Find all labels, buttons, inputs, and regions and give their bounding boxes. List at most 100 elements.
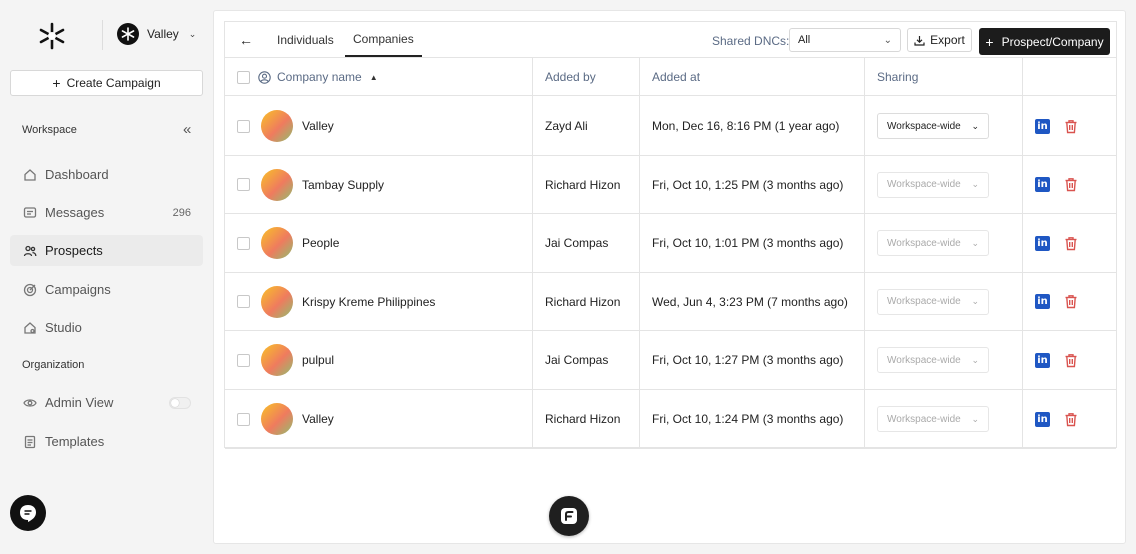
sidebar-item-dashboard[interactable]: Dashboard: [10, 159, 203, 190]
table-row[interactable]: Tambay Supply Richard Hizon Fri, Oct 10,…: [225, 156, 1116, 215]
add-prospect-label: Prospect/Company: [1001, 34, 1104, 49]
row-checkbox[interactable]: [237, 295, 250, 309]
app-logo-icon[interactable]: [38, 22, 66, 50]
sharing-select[interactable]: Workspace-wide ⌄: [877, 406, 989, 432]
row-checkbox[interactable]: [237, 353, 250, 367]
linkedin-icon[interactable]: in: [1035, 294, 1050, 310]
company-cell: pulpul: [261, 331, 334, 389]
sidebar-item-messages[interactable]: Messages 296: [10, 197, 203, 228]
linkedin-icon[interactable]: in: [1035, 177, 1050, 193]
added-by-cell: Richard Hizon: [545, 177, 621, 192]
prospects-table: ← Individuals Companies Shared DNCs: All…: [224, 21, 1117, 449]
sidebar-item-label: Templates: [45, 434, 105, 449]
sharing-cell: Workspace-wide ⌄: [877, 97, 989, 155]
sidebar-item-templates[interactable]: Templates: [10, 426, 203, 457]
table-row[interactable]: Krispy Kreme Philippines Richard Hizon W…: [225, 273, 1116, 332]
select-all-cell: [237, 58, 250, 96]
chat-icon: [20, 505, 36, 522]
admin-view-toggle[interactable]: [169, 396, 191, 409]
sidebar-item-campaigns[interactable]: Campaigns: [10, 274, 203, 305]
company-cell: Valley: [261, 97, 334, 155]
added-at-cell: Wed, Jun 4, 3:23 PM (7 months ago): [652, 294, 848, 309]
create-campaign-button[interactable]: + Create Campaign: [10, 70, 203, 96]
company-name[interactable]: Tambay Supply: [302, 178, 384, 192]
company-avatar: [261, 110, 293, 142]
chevron-down-icon: ⌄: [971, 179, 979, 190]
tab-companies[interactable]: Companies: [345, 22, 422, 57]
linkedin-icon[interactable]: in: [1035, 352, 1050, 368]
added-by-cell: Jai Compas: [545, 353, 609, 368]
company-avatar: [261, 285, 293, 318]
added-by-cell: Richard Hizon: [545, 412, 621, 426]
linkedin-icon[interactable]: in: [1035, 235, 1050, 251]
company-name[interactable]: People: [302, 236, 339, 250]
back-arrow-icon[interactable]: ←: [239, 32, 253, 48]
table-toolbar: ← Individuals Companies Shared DNCs: All…: [225, 22, 1116, 58]
added-at-cell: Mon, Dec 16, 8:16 PM (1 year ago): [652, 119, 840, 133]
select-all-checkbox[interactable]: [237, 70, 250, 84]
row-select-cell: [237, 390, 250, 448]
company-avatar: [261, 344, 293, 377]
row-select-cell: [237, 214, 250, 272]
trash-icon[interactable]: [1064, 412, 1078, 427]
shared-dncs-select[interactable]: All ⌄: [789, 28, 901, 52]
row-select-cell: [237, 273, 250, 331]
chevron-down-icon: ⌄: [971, 354, 979, 365]
sharing-select[interactable]: Workspace-wide ⌄: [877, 171, 989, 198]
added-by-header[interactable]: Added by: [545, 58, 596, 96]
table-row[interactable]: pulpul Jai Compas Fri, Oct 10, 1:27 PM (…: [225, 331, 1116, 390]
row-checkbox[interactable]: [237, 412, 250, 426]
sidebar-item-label: Campaigns: [45, 282, 111, 297]
support-chat-button[interactable]: [10, 495, 46, 531]
row-checkbox[interactable]: [237, 119, 250, 133]
collapse-sidebar-icon[interactable]: «: [183, 121, 191, 138]
sharing-cell: Workspace-wide ⌄: [877, 331, 989, 389]
table-header: Company name ▲ Added by Added at Sharing: [225, 58, 1116, 96]
workspace-section-label: Workspace: [22, 124, 77, 136]
company-avatar: [261, 168, 293, 201]
trash-icon[interactable]: [1064, 236, 1078, 251]
organization-section-label: Organization: [22, 359, 85, 371]
company-name[interactable]: Valley: [302, 412, 334, 426]
tab-individuals[interactable]: Individuals: [269, 22, 342, 58]
sharing-select[interactable]: Workspace-wide ⌄: [877, 113, 989, 139]
sharing-select[interactable]: Workspace-wide ⌄: [877, 347, 989, 374]
sharing-select[interactable]: Workspace-wide ⌄: [877, 230, 989, 257]
company-name[interactable]: Krispy Kreme Philippines: [302, 295, 435, 309]
table-row[interactable]: Valley Zayd Ali Mon, Dec 16, 8:16 PM (1 …: [225, 97, 1116, 156]
eye-icon: [23, 396, 37, 410]
sidebar-item-label: Studio: [45, 320, 82, 335]
trash-icon[interactable]: [1064, 353, 1078, 368]
company-name[interactable]: pulpul: [302, 353, 334, 367]
actions-cell: in: [1035, 97, 1078, 155]
header-divider: [102, 20, 103, 50]
sharing-value: Workspace-wide: [887, 413, 961, 425]
export-button[interactable]: Export: [907, 28, 972, 52]
sort-ascending-icon: ▲: [369, 72, 378, 82]
sidebar-item-admin-view[interactable]: Admin View: [10, 387, 203, 418]
company-name-header[interactable]: Company name ▲: [258, 58, 378, 96]
trash-icon[interactable]: [1064, 294, 1078, 309]
table-row[interactable]: People Jai Compas Fri, Oct 10, 1:01 PM (…: [225, 214, 1116, 273]
row-checkbox[interactable]: [237, 236, 250, 250]
sharing-select[interactable]: Workspace-wide ⌄: [877, 288, 989, 315]
linkedin-icon[interactable]: in: [1035, 118, 1050, 134]
trash-icon[interactable]: [1064, 177, 1078, 192]
sharing-header[interactable]: Sharing: [877, 58, 918, 96]
workspace-avatar: [117, 23, 139, 45]
row-select-cell: [237, 156, 250, 214]
floating-action-button[interactable]: [549, 496, 589, 536]
row-checkbox[interactable]: [237, 178, 250, 192]
sidebar-item-studio[interactable]: Studio: [10, 312, 203, 343]
sidebar-item-prospects[interactable]: Prospects: [10, 235, 203, 266]
added-at-header[interactable]: Added at: [652, 58, 700, 96]
add-prospect-company-button[interactable]: + Prospect/Company: [979, 28, 1110, 55]
company-name[interactable]: Valley: [302, 119, 334, 133]
main-panel: ← Individuals Companies Shared DNCs: All…: [213, 10, 1126, 544]
trash-icon[interactable]: [1064, 119, 1078, 134]
linkedin-icon[interactable]: in: [1035, 411, 1050, 427]
chevron-down-icon: ⌄: [971, 237, 979, 248]
table-row[interactable]: Valley Richard Hizon Fri, Oct 10, 1:24 P…: [225, 390, 1116, 449]
dnc-selected-value: All: [798, 34, 811, 46]
workspace-switcher[interactable]: Valley ⌄: [117, 23, 196, 45]
